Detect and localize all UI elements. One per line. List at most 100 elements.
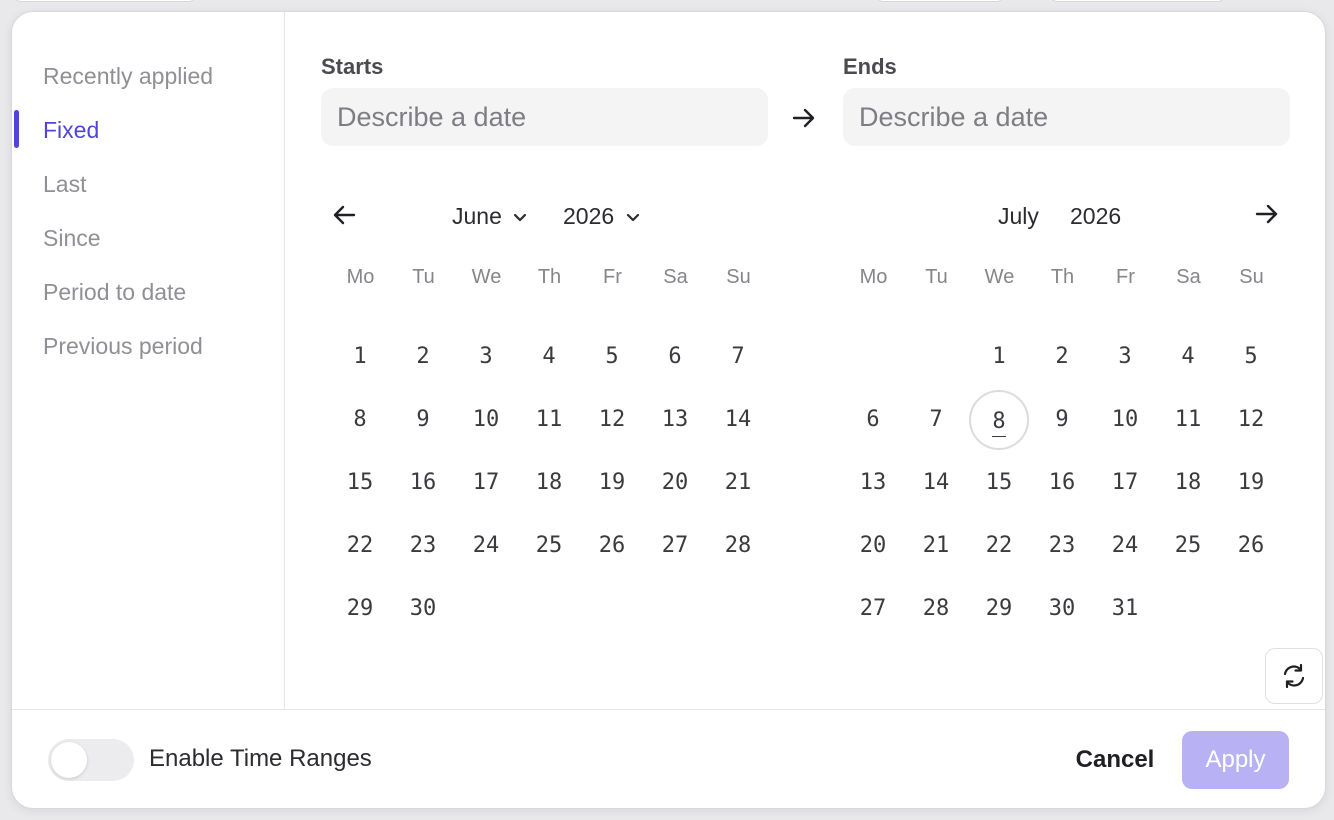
day-cell[interactable]: 10 <box>456 390 516 450</box>
cancel-button[interactable]: Cancel <box>1062 731 1168 789</box>
day-cell[interactable]: 15 <box>969 453 1029 513</box>
sidebar-item-recently-applied[interactable]: Recently applied <box>43 59 213 93</box>
day-cell[interactable]: 11 <box>519 390 579 450</box>
day-cell[interactable]: 4 <box>519 327 579 387</box>
weekday-header: Sa <box>663 266 688 288</box>
day-cell[interactable]: 17 <box>1095 453 1155 513</box>
day-cell[interactable]: 12 <box>582 390 642 450</box>
day-cell[interactable]: 22 <box>969 516 1029 576</box>
day-cell[interactable]: 16 <box>393 453 453 513</box>
day-cell[interactable]: 9 <box>1032 390 1092 450</box>
day-number: 10 <box>1111 407 1139 432</box>
weekday-header: Th <box>537 266 562 288</box>
day-number: 4 <box>542 344 556 369</box>
day-cell[interactable]: 5 <box>1221 327 1281 387</box>
day-cell[interactable]: 9 <box>393 390 453 450</box>
next-month-arrow-right-icon[interactable] <box>1253 201 1281 227</box>
day-cell[interactable]: 11 <box>1158 390 1218 450</box>
sidebar-item-last[interactable]: Last <box>43 167 86 201</box>
day-number: 1 <box>992 344 1006 369</box>
ends-input[interactable] <box>843 88 1290 146</box>
day-number: 2 <box>416 344 430 369</box>
day-cell[interactable]: 13 <box>645 390 705 450</box>
day-cell[interactable]: 22 <box>330 516 390 576</box>
day-cell[interactable]: 18 <box>1158 453 1218 513</box>
day-cell[interactable]: 16 <box>1032 453 1092 513</box>
weekday-header: Su <box>1239 266 1264 288</box>
day-cell[interactable]: 14 <box>906 453 966 513</box>
month-select-june[interactable]: June <box>452 203 528 230</box>
day-cell[interactable]: 26 <box>1221 516 1281 576</box>
refresh-icon <box>1283 663 1305 689</box>
prev-month-arrow-left-icon[interactable] <box>330 202 358 228</box>
day-cell[interactable]: 3 <box>1095 327 1155 387</box>
day-cell[interactable]: 27 <box>645 516 705 576</box>
day-cell[interactable]: 13 <box>843 453 903 513</box>
day-number: 15 <box>346 470 374 495</box>
day-cell[interactable]: 23 <box>393 516 453 576</box>
day-number: 10 <box>472 407 500 432</box>
day-cell[interactable]: 10 <box>1095 390 1155 450</box>
day-cell[interactable]: 1 <box>330 327 390 387</box>
background-pill <box>876 0 1004 2</box>
day-cell[interactable]: 30 <box>393 579 453 639</box>
day-cell[interactable]: 28 <box>906 579 966 639</box>
day-cell[interactable]: 18 <box>519 453 579 513</box>
day-cell[interactable]: 24 <box>456 516 516 576</box>
day-cell[interactable]: 21 <box>708 453 768 513</box>
day-cell[interactable]: 3 <box>456 327 516 387</box>
sidebar-item-fixed[interactable]: Fixed <box>43 113 99 147</box>
day-cell[interactable]: 29 <box>330 579 390 639</box>
day-cell[interactable]: 2 <box>1032 327 1092 387</box>
day-cell[interactable]: 4 <box>1158 327 1218 387</box>
day-cell[interactable]: 6 <box>645 327 705 387</box>
sidebar-item-previous-period[interactable]: Previous period <box>43 329 203 363</box>
day-cell[interactable]: 31 <box>1095 579 1155 639</box>
apply-button[interactable]: Apply <box>1182 731 1289 789</box>
day-number: 9 <box>1055 407 1069 432</box>
day-cell[interactable]: 1 <box>969 327 1029 387</box>
day-cell[interactable]: 27 <box>843 579 903 639</box>
day-number: 24 <box>1111 533 1139 558</box>
sidebar-item-since[interactable]: Since <box>43 221 101 255</box>
refresh-button[interactable] <box>1265 648 1323 704</box>
calendar-panel: Starts Ends June 2026 MoTuWeThFrSaSu1234… <box>286 12 1325 709</box>
dialog-footer: Enable Time Ranges Cancel Apply <box>12 709 1325 808</box>
day-cell-today[interactable]: 8 <box>969 390 1029 450</box>
range-type-sidebar: Recently applied Fixed Last Since Period… <box>12 12 285 709</box>
day-cell[interactable]: 23 <box>1032 516 1092 576</box>
ends-label: Ends <box>843 54 897 79</box>
day-cell[interactable]: 20 <box>843 516 903 576</box>
time-ranges-toggle[interactable] <box>48 739 134 781</box>
day-cell[interactable]: 29 <box>969 579 1029 639</box>
day-cell[interactable]: 15 <box>330 453 390 513</box>
day-cell[interactable]: 28 <box>708 516 768 576</box>
day-cell[interactable]: 19 <box>582 453 642 513</box>
day-cell[interactable]: 24 <box>1095 516 1155 576</box>
day-number: 27 <box>859 596 887 621</box>
day-cell[interactable]: 25 <box>1158 516 1218 576</box>
day-cell[interactable]: 25 <box>519 516 579 576</box>
day-cell[interactable]: 14 <box>708 390 768 450</box>
weekday-header: We <box>984 266 1015 288</box>
day-number: 30 <box>1048 596 1076 621</box>
day-cell[interactable]: 12 <box>1221 390 1281 450</box>
day-cell[interactable]: 2 <box>393 327 453 387</box>
day-cell[interactable]: 17 <box>456 453 516 513</box>
year-select-left[interactable]: 2026 <box>563 203 641 230</box>
day-cell[interactable]: 21 <box>906 516 966 576</box>
day-cell[interactable]: 19 <box>1221 453 1281 513</box>
day-cell[interactable]: 8 <box>330 390 390 450</box>
day-cell[interactable]: 26 <box>582 516 642 576</box>
sidebar-item-period-to-date[interactable]: Period to date <box>43 275 186 309</box>
background-toolbar <box>0 0 1334 6</box>
day-cell[interactable]: 7 <box>906 390 966 450</box>
active-item-indicator <box>14 110 19 148</box>
day-cell[interactable]: 7 <box>708 327 768 387</box>
starts-input[interactable] <box>321 88 768 146</box>
day-cell[interactable]: 30 <box>1032 579 1092 639</box>
day-cell[interactable]: 5 <box>582 327 642 387</box>
day-cell[interactable]: 20 <box>645 453 705 513</box>
weekday-header: Th <box>1050 266 1075 288</box>
day-cell[interactable]: 6 <box>843 390 903 450</box>
